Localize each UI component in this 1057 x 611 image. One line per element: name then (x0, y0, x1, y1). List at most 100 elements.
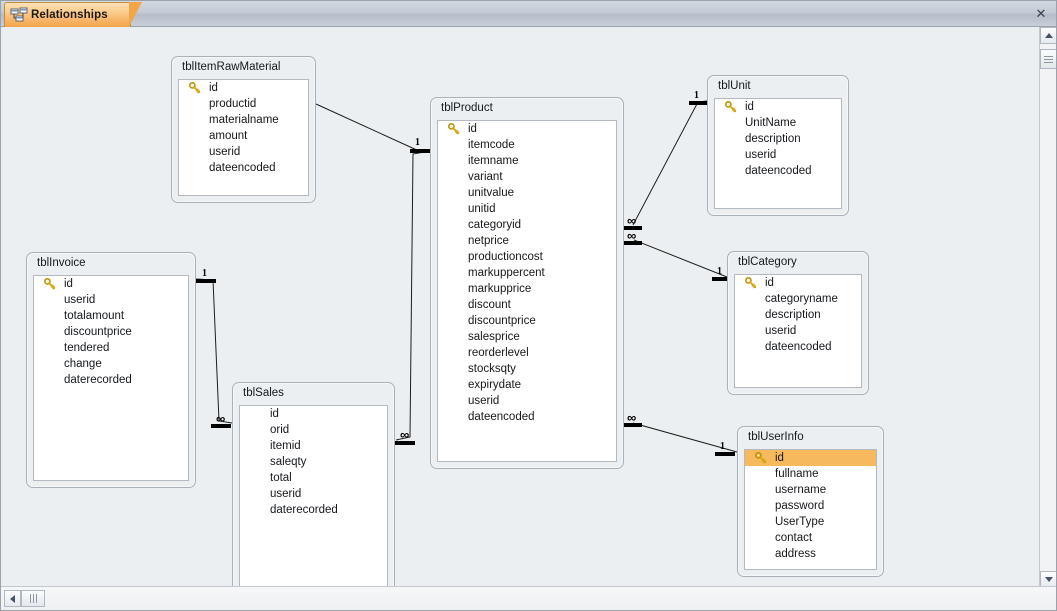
field-label: daterecorded (270, 504, 338, 516)
field-row[interactable]: userid (438, 393, 616, 409)
tab-relationships[interactable]: Relationships (4, 2, 131, 27)
table-box-tblSales[interactable]: tblSales id orid itemidsaleqty total userid da… (232, 382, 395, 588)
field-row[interactable]: salesprice (438, 329, 616, 345)
table-box-tblUnit[interactable]: tblUnitidUnitNamedescriptionuseriddateen… (707, 75, 849, 216)
field-row[interactable]: netprice (438, 233, 616, 249)
field-row[interactable]: total (240, 470, 387, 486)
field-row[interactable]: itemcode (438, 137, 616, 153)
field-label: description (765, 309, 821, 321)
field-row[interactable]: id (179, 80, 308, 96)
field-row[interactable]: daterecorded (34, 372, 188, 388)
field-row[interactable]: userid (34, 292, 188, 308)
relationship-line-rel-itemrawmaterial-product[interactable] (316, 104, 419, 151)
field-label: userid (270, 488, 301, 500)
field-row[interactable]: userid (715, 147, 841, 163)
vertical-scrollbar[interactable] (1039, 27, 1056, 588)
field-row[interactable]: id (745, 450, 876, 466)
field-label: orid (270, 424, 289, 436)
field-row[interactable]: password (745, 498, 876, 514)
field-row[interactable]: categoryname (735, 291, 861, 307)
field-row[interactable]: dateencoded (179, 160, 308, 176)
relationship-line-rel-category-product[interactable] (634, 240, 727, 277)
field-row[interactable]: discountprice (438, 313, 616, 329)
vertical-scroll-thumb[interactable] (1040, 49, 1057, 69)
field-row[interactable]: discount (438, 297, 616, 313)
document-tab-bar: Relationships ✕ (1, 1, 1057, 27)
access-relationships-window: Relationships ✕ 1∞1∞1∞1∞1∞ tblItemRawMat… (0, 0, 1057, 611)
table-box-tblUserInfo[interactable]: tblUserInfoidfullnameusernamepasswordUse… (737, 426, 884, 577)
field-row[interactable]: productid (179, 96, 308, 112)
primary-key-icon (189, 82, 201, 94)
field-label: itemname (468, 155, 519, 167)
field-row[interactable]: amount (179, 128, 308, 144)
field-row[interactable]: id (735, 275, 861, 291)
close-icon[interactable]: ✕ (1032, 5, 1050, 23)
field-row[interactable]: unitvalue (438, 185, 616, 201)
table-title: tblSales (233, 383, 394, 403)
field-row[interactable]: expirydate (438, 377, 616, 393)
scroll-up-button[interactable] (1040, 27, 1057, 44)
relationships-canvas[interactable]: 1∞1∞1∞1∞1∞ tblItemRawMaterialidproductid… (1, 27, 1041, 588)
field-row[interactable]: dateencoded (438, 409, 616, 425)
field-row[interactable]: discountprice (34, 324, 188, 340)
field-row[interactable]: reorderlevel (438, 345, 616, 361)
table-box-tblProduct[interactable]: tblProductiditemcodeitemnamevariantunitv… (430, 97, 624, 469)
field-row[interactable]: markupprice (438, 281, 616, 297)
field-row[interactable]: UnitName (715, 115, 841, 131)
field-row[interactable]: userid (735, 323, 861, 339)
field-row[interactable]: itemid (240, 438, 387, 454)
table-box-tblInvoice[interactable]: tblInvoiceiduseridtotalamountdiscountpri… (26, 252, 196, 488)
field-label: itemcode (468, 139, 515, 151)
relationship-endpoint (410, 149, 430, 153)
field-row[interactable]: description (715, 131, 841, 147)
relationship-line-rel-unit-product[interactable] (633, 101, 707, 225)
scroll-left-button[interactable] (4, 590, 21, 607)
cardinality-many-label: ∞ (216, 415, 225, 423)
field-label: markuppercent (468, 267, 545, 279)
field-label: netprice (468, 235, 509, 247)
horizontal-scrollbar[interactable] (1, 586, 1057, 610)
field-row[interactable]: userid (179, 144, 308, 160)
field-row[interactable]: id (438, 121, 616, 137)
field-row[interactable]: saleqty (240, 454, 387, 470)
table-box-tblCategory[interactable]: tblCategoryidcategorynamedescriptionuser… (727, 251, 869, 395)
horizontal-scroll-thumb[interactable] (21, 590, 45, 607)
relationship-line-rel-invoice-sales[interactable] (196, 279, 232, 423)
field-row[interactable]: change (34, 356, 188, 372)
field-row[interactable]: orid (240, 422, 387, 438)
field-row[interactable]: totalamount (34, 308, 188, 324)
field-row[interactable]: variant (438, 169, 616, 185)
field-label: total (270, 472, 292, 484)
field-row[interactable]: description (735, 307, 861, 323)
cardinality-one-label: 1 (720, 442, 725, 452)
cardinality-many-label: ∞ (627, 414, 636, 422)
tab-label: Relationships (31, 9, 108, 21)
field-row[interactable]: materialname (179, 112, 308, 128)
field-row[interactable]: categoryid (438, 217, 616, 233)
field-row[interactable]: tendered (34, 340, 188, 356)
field-row[interactable]: dateencoded (735, 339, 861, 355)
relationship-endpoint (715, 452, 735, 456)
field-label: discount (468, 299, 511, 311)
field-row[interactable]: UserType (745, 514, 876, 530)
field-row[interactable]: dateencoded (715, 163, 841, 179)
field-label: dateencoded (765, 341, 832, 353)
field-row[interactable]: markuppercent (438, 265, 616, 281)
field-row[interactable]: contact (745, 530, 876, 546)
cardinality-one-label: 1 (415, 138, 420, 148)
field-row[interactable]: id (240, 406, 387, 422)
field-row[interactable]: username (745, 482, 876, 498)
field-row[interactable]: id (34, 276, 188, 292)
field-row[interactable]: itemname (438, 153, 616, 169)
relationship-line-rel-product-sales[interactable] (396, 151, 430, 440)
field-row[interactable]: productioncost (438, 249, 616, 265)
field-row[interactable]: id (715, 99, 841, 115)
field-row[interactable]: address (745, 546, 876, 562)
field-row[interactable]: stocksqty (438, 361, 616, 377)
field-row[interactable]: userid (240, 486, 387, 502)
field-label: discountprice (468, 315, 536, 327)
field-row[interactable]: fullname (745, 466, 876, 482)
table-box-tblItemRawMaterial[interactable]: tblItemRawMaterialidproductidmaterialnam… (171, 56, 316, 203)
field-row[interactable]: unitid (438, 201, 616, 217)
field-row[interactable]: daterecorded (240, 502, 387, 518)
